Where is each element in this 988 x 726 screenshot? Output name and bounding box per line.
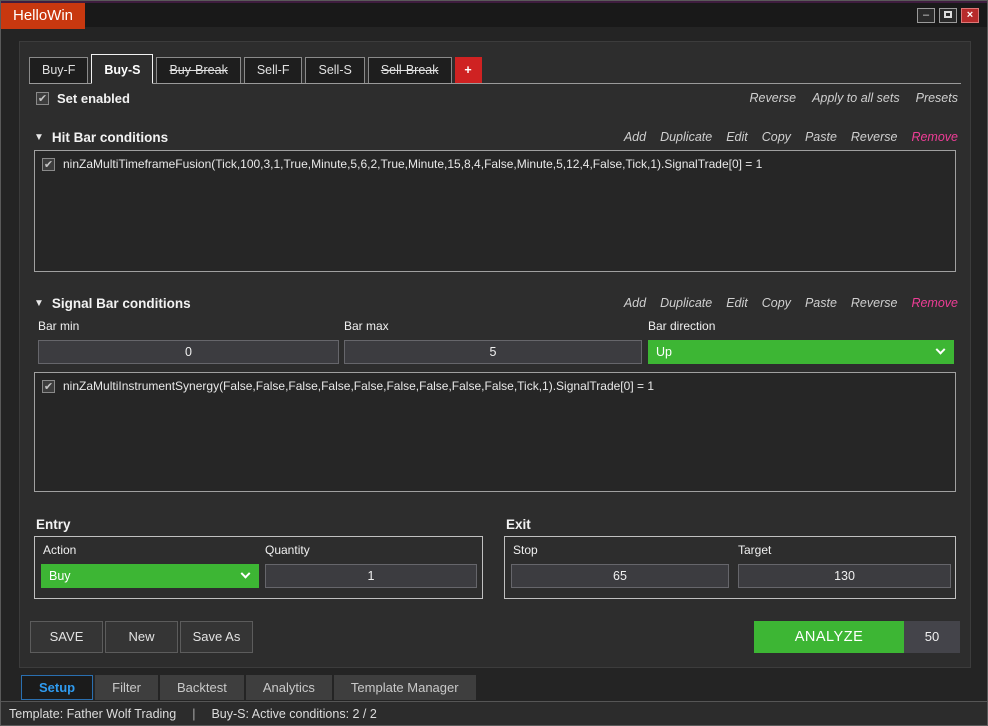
- hit-condition-item[interactable]: ✔ ninZaMultiTimeframeFusion(Tick,100,3,1…: [42, 157, 948, 171]
- bar-max-input[interactable]: [344, 340, 642, 364]
- tab-template-manager[interactable]: Template Manager: [334, 675, 476, 700]
- minimize-button[interactable]: –: [917, 8, 935, 23]
- entry-group: Action Quantity Buy: [34, 536, 483, 599]
- signal-add-link[interactable]: Add: [624, 296, 646, 310]
- hit-bar-title: Hit Bar conditions: [52, 130, 168, 145]
- analyze-button[interactable]: ANALYZE: [754, 621, 904, 653]
- hit-condition-checkbox[interactable]: ✔: [42, 158, 55, 171]
- status-separator: |: [192, 707, 195, 721]
- collapse-triangle-icon[interactable]: ▼: [34, 298, 44, 309]
- signal-copy-link[interactable]: Copy: [762, 296, 791, 310]
- signal-edit-link[interactable]: Edit: [726, 296, 748, 310]
- stop-input[interactable]: [511, 564, 729, 588]
- hit-bar-condition-list: ✔ ninZaMultiTimeframeFusion(Tick,100,3,1…: [34, 150, 956, 272]
- maximize-icon: [944, 11, 952, 18]
- status-template: Template: Father Wolf Trading: [9, 707, 176, 721]
- bar-max-label: Bar max: [344, 319, 389, 333]
- save-button[interactable]: SAVE: [30, 621, 103, 653]
- signal-reverse-link[interactable]: Reverse: [851, 296, 898, 310]
- action-dropdown[interactable]: Buy: [41, 564, 259, 588]
- signal-remove-link[interactable]: Remove: [911, 296, 958, 310]
- hit-bar-header: ▼ Hit Bar conditions Add Duplicate Edit …: [34, 128, 958, 146]
- signal-bar-condition-list: ✔ ninZaMultiInstrumentSynergy(False,Fals…: [34, 372, 956, 492]
- app-title: HelloWin: [1, 3, 85, 29]
- hit-remove-link[interactable]: Remove: [911, 130, 958, 144]
- signal-condition-item[interactable]: ✔ ninZaMultiInstrumentSynergy(False,Fals…: [42, 379, 948, 393]
- tab-buy-f[interactable]: Buy-F: [29, 57, 88, 83]
- tab-backtest[interactable]: Backtest: [160, 675, 244, 700]
- bar-direction-value: Up: [656, 345, 672, 359]
- tab-setup[interactable]: Setup: [21, 675, 93, 700]
- set-reverse-link[interactable]: Reverse: [750, 91, 797, 105]
- hit-copy-link[interactable]: Copy: [762, 130, 791, 144]
- set-enabled-checkbox[interactable]: ✔: [36, 92, 49, 105]
- bar-min-label: Bar min: [38, 319, 79, 333]
- collapse-triangle-icon[interactable]: ▼: [34, 132, 44, 143]
- window-controls: – ×: [917, 8, 979, 23]
- action-label: Action: [43, 543, 76, 557]
- tab-analytics[interactable]: Analytics: [246, 675, 332, 700]
- action-value: Buy: [49, 569, 71, 583]
- hit-edit-link[interactable]: Edit: [726, 130, 748, 144]
- apply-to-all-sets-link[interactable]: Apply to all sets: [812, 91, 900, 105]
- hit-condition-text: ninZaMultiTimeframeFusion(Tick,100,3,1,T…: [63, 157, 762, 171]
- set-enabled-row: ✔ Set enabled Reverse Apply to all sets …: [36, 89, 958, 107]
- presets-link[interactable]: Presets: [916, 91, 958, 105]
- close-button[interactable]: ×: [961, 8, 979, 23]
- hit-paste-link[interactable]: Paste: [805, 130, 837, 144]
- strategy-tab-strip: Buy-F Buy-S Buy-Break Sell-F Sell-S Sell…: [29, 54, 961, 84]
- stop-label: Stop: [513, 543, 538, 557]
- bar-direction-dropdown[interactable]: Up: [648, 340, 954, 364]
- status-bar: Template: Father Wolf Trading | Buy-S: A…: [1, 701, 987, 725]
- signal-bar-title: Signal Bar conditions: [52, 296, 191, 311]
- add-tab-button[interactable]: +: [455, 57, 482, 83]
- exit-group: Stop Target: [504, 536, 956, 599]
- tab-buy-break[interactable]: Buy-Break: [156, 57, 240, 83]
- set-enabled-label: Set enabled: [57, 91, 130, 106]
- target-input[interactable]: [738, 564, 951, 588]
- signal-duplicate-link[interactable]: Duplicate: [660, 296, 712, 310]
- signal-bar-header: ▼ Signal Bar conditions Add Duplicate Ed…: [34, 294, 958, 312]
- signal-paste-link[interactable]: Paste: [805, 296, 837, 310]
- title-bar: HelloWin – ×: [1, 1, 987, 27]
- status-conditions: Buy-S: Active conditions: 2 / 2: [211, 707, 376, 721]
- tab-sell-f[interactable]: Sell-F: [244, 57, 303, 83]
- exit-title: Exit: [506, 517, 531, 532]
- app-window: HelloWin – × Buy-F Buy-S Buy-Break Sell-…: [0, 0, 988, 726]
- chevron-down-icon: [936, 344, 946, 354]
- hit-add-link[interactable]: Add: [624, 130, 646, 144]
- entry-title: Entry: [36, 517, 71, 532]
- bar-min-input[interactable]: [38, 340, 339, 364]
- maximize-button[interactable]: [939, 8, 957, 23]
- analyze-count[interactable]: 50: [904, 621, 960, 653]
- hit-duplicate-link[interactable]: Duplicate: [660, 130, 712, 144]
- bar-direction-label: Bar direction: [648, 319, 715, 333]
- quantity-label: Quantity: [265, 543, 310, 557]
- hit-reverse-link[interactable]: Reverse: [851, 130, 898, 144]
- target-label: Target: [738, 543, 771, 557]
- tab-filter[interactable]: Filter: [95, 675, 158, 700]
- signal-condition-checkbox[interactable]: ✔: [42, 380, 55, 393]
- save-as-button[interactable]: Save As: [180, 621, 253, 653]
- tab-sell-s[interactable]: Sell-S: [305, 57, 364, 83]
- main-panel: Buy-F Buy-S Buy-Break Sell-F Sell-S Sell…: [19, 41, 971, 668]
- tab-buy-s[interactable]: Buy-S: [91, 54, 153, 84]
- bottom-tab-strip: Setup Filter Backtest Analytics Template…: [21, 675, 476, 700]
- quantity-input[interactable]: [265, 564, 477, 588]
- new-button[interactable]: New: [105, 621, 178, 653]
- signal-condition-text: ninZaMultiInstrumentSynergy(False,False,…: [63, 379, 654, 393]
- tab-sell-break[interactable]: Sell-Break: [368, 57, 452, 83]
- chevron-down-icon: [241, 568, 251, 578]
